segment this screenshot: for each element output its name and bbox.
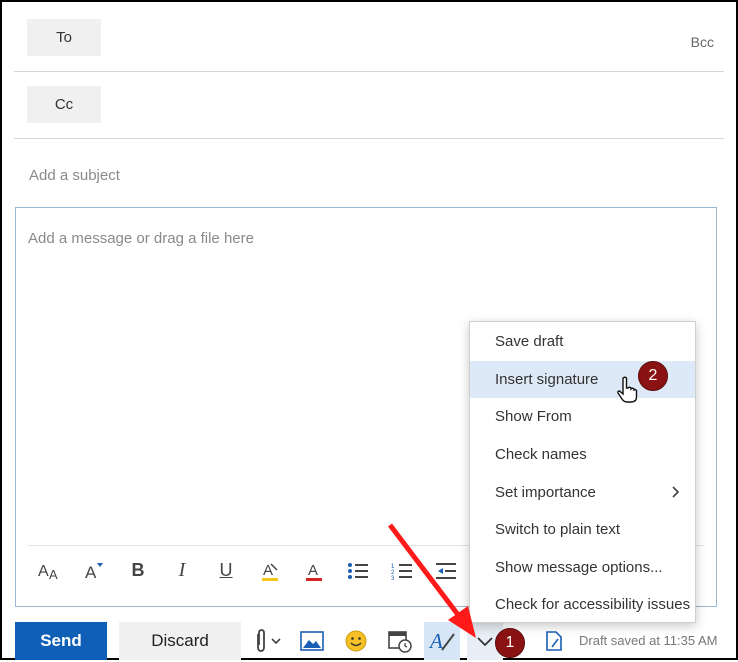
discard-button[interactable]: Discard — [119, 622, 241, 660]
insert-picture-icon[interactable] — [297, 626, 327, 656]
attach-icon[interactable] — [249, 626, 285, 656]
cc-row: Cc — [14, 73, 724, 139]
menu-item-save-draft[interactable]: Save draft — [470, 323, 695, 361]
svg-text:A: A — [308, 562, 318, 579]
grow-font-icon[interactable]: A — [72, 551, 116, 591]
menu-item-show-from[interactable]: Show From — [470, 398, 695, 436]
menu-item-switch-plain-text[interactable]: Switch to plain text — [470, 511, 695, 549]
menu-item-label: Set importance — [495, 483, 596, 501]
cc-button[interactable]: Cc — [27, 86, 101, 123]
svg-text:A: A — [428, 629, 443, 653]
svg-text:A: A — [49, 567, 58, 582]
menu-item-check-accessibility[interactable]: Check for accessibility issues — [470, 586, 695, 624]
font-color-icon[interactable]: A — [292, 551, 336, 591]
draft-status: Draft saved at 11:35 AM — [579, 633, 718, 648]
bullets-icon[interactable] — [336, 551, 380, 591]
chevron-right-icon — [672, 486, 680, 498]
menu-item-set-importance[interactable]: Set importance — [470, 473, 695, 511]
menu-item-show-message-options[interactable]: Show message options... — [470, 549, 695, 587]
italic-icon[interactable]: I — [160, 551, 204, 591]
svg-text:A: A — [38, 563, 49, 580]
bold-icon[interactable]: B — [116, 551, 160, 591]
send-button[interactable]: Send — [15, 622, 107, 660]
font-size-icon[interactable]: AA — [28, 551, 72, 591]
editor-icon[interactable]: A — [424, 622, 460, 660]
bottom-toolbar: Send Discard A Draft saved at 11:35 AM — [15, 622, 727, 660]
svg-text:3: 3 — [391, 576, 395, 581]
step-badge-2: 2 — [638, 361, 668, 391]
underline-icon[interactable]: U — [204, 551, 248, 591]
to-button[interactable]: To — [27, 19, 101, 56]
step-badge-1: 1 — [495, 628, 525, 658]
to-row: To Bcc — [14, 6, 724, 72]
schedule-icon[interactable] — [385, 626, 415, 656]
menu-item-check-names[interactable]: Check names — [470, 436, 695, 474]
bcc-link[interactable]: Bcc — [691, 34, 714, 50]
decrease-indent-icon[interactable] — [424, 551, 468, 591]
highlight-icon[interactable]: A — [248, 551, 292, 591]
message-placeholder: Add a message or drag a file here — [28, 230, 254, 247]
svg-text:A: A — [85, 563, 97, 582]
hand-cursor-icon — [617, 376, 638, 403]
draft-status-icon — [542, 626, 566, 656]
numbering-icon[interactable]: 123 — [380, 551, 424, 591]
compose-window: To Bcc Cc Add a subject Add a message or… — [0, 0, 738, 660]
subject-input[interactable]: Add a subject — [29, 167, 120, 184]
emoji-icon[interactable] — [341, 626, 371, 656]
